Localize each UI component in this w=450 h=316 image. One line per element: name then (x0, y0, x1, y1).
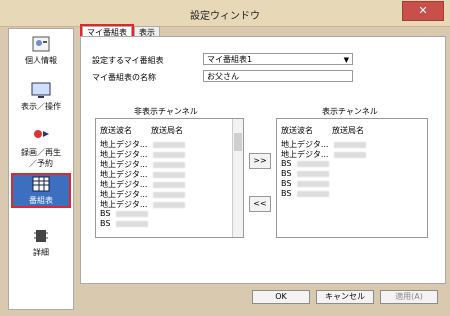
chevron-down-icon: ▼ (343, 56, 349, 64)
move-to-shown-button[interactable]: >> (249, 153, 271, 169)
list-item[interactable]: BS (281, 159, 330, 168)
list-item[interactable]: BS (100, 209, 149, 218)
sidebar-item-label: 番組表 (29, 196, 53, 205)
sidebar-item-label: 録画／再生 ／予約 (21, 148, 61, 168)
select-label: 設定するマイ番組表 (92, 56, 164, 65)
col-header: 放送局名 (151, 126, 183, 135)
window-title: 設定ウィンドウ (190, 11, 260, 22)
col-header: 放送波名 (281, 126, 313, 135)
display-icon (31, 82, 51, 98)
program-guide-icon (32, 176, 50, 192)
shown-channel-list[interactable]: 放送波名 放送局名 地上デジタ... 地上デジタ... BS BS BS BS (276, 118, 428, 238)
details-icon (34, 230, 48, 242)
hidden-channels-title: 非表示チャンネル (134, 107, 198, 116)
person-card-icon (32, 36, 50, 52)
name-label: マイ番組表の名称 (92, 73, 156, 82)
sidebar-item-label: 個人情報 (25, 56, 57, 65)
list-item[interactable]: BS (281, 179, 330, 188)
move-to-hidden-button[interactable]: << (249, 196, 271, 212)
sidebar-item-details[interactable]: 詳細 (13, 227, 69, 258)
list-item[interactable]: BS (100, 219, 149, 228)
shown-channels-title: 表示チャンネル (322, 107, 378, 116)
sidebar-item-label: 表示／操作 (21, 102, 61, 111)
list-item[interactable]: BS (281, 189, 330, 198)
sidebar-item-record[interactable]: 録画／再生 ／予約 (13, 127, 69, 169)
record-icon (34, 130, 49, 138)
sidebar-item-program-guide[interactable]: 番組表 (11, 173, 71, 208)
sidebar-item-label: 詳細 (33, 248, 49, 257)
ok-button[interactable]: OK (252, 290, 310, 304)
sidebar-item-display[interactable]: 表示／操作 (13, 81, 69, 112)
program-name-field[interactable]: お父さん (203, 70, 353, 82)
title-bar: 設定ウィンドウ ✕ (0, 0, 450, 27)
list-item[interactable]: BS (281, 169, 330, 178)
sidebar-item-personal[interactable]: 個人情報 (13, 35, 69, 66)
apply-button[interactable]: 適用(A) (380, 290, 438, 304)
my-program-select[interactable]: マイ番組表1 ▼ (203, 53, 353, 65)
select-value: マイ番組表1 (207, 55, 253, 64)
sidebar: 個人情報 表示／操作 録画／再生 ／予約 番組表 詳細 (8, 28, 74, 310)
col-header: 放送波名 (100, 126, 132, 135)
cancel-button[interactable]: キャンセル (316, 290, 374, 304)
hidden-channel-list[interactable]: 放送波名 放送局名 地上デジタ... 地上デジタ... 地上デジタ... 地上デ… (95, 118, 244, 238)
close-button[interactable]: ✕ (402, 1, 444, 21)
scroll-thumb[interactable] (234, 133, 242, 151)
list-scrollbar[interactable] (232, 119, 243, 237)
col-header: 放送局名 (332, 126, 364, 135)
